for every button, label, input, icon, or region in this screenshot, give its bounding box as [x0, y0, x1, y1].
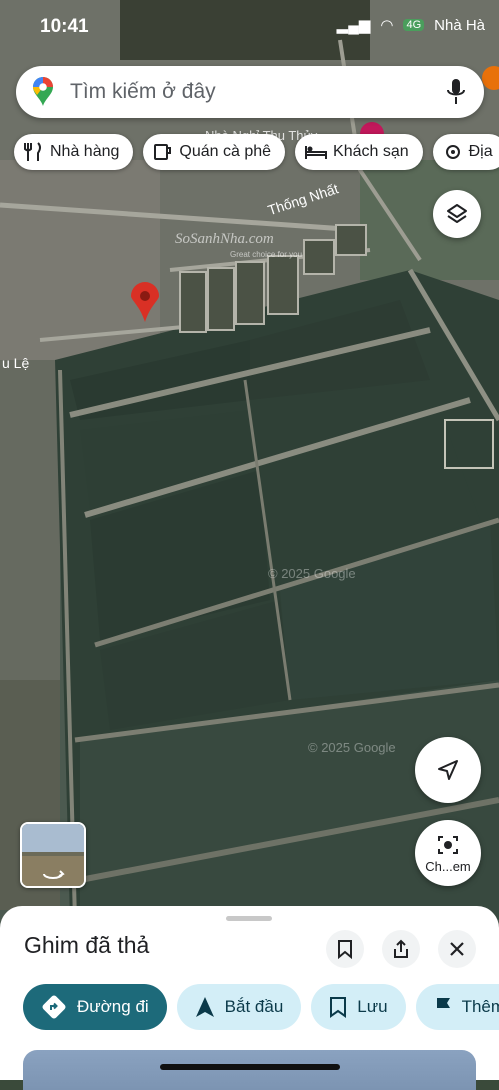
- status-time: 10:41: [40, 16, 89, 37]
- map-copyright-2: © 2025 Google: [308, 740, 396, 755]
- sheet-title: Ghim đã thả: [24, 932, 150, 958]
- status-bar: 10:41 ▂▄▆ ◠ 4G Nhà Hà: [0, 0, 499, 56]
- bookmark-icon: [338, 940, 352, 959]
- chip-restaurants[interactable]: Nhà hàng: [14, 134, 134, 170]
- bed-icon: [305, 146, 328, 159]
- category-chips: Nhà hàng Quán cà phê Khách sạn Địa: [14, 134, 499, 172]
- sheet-drag-handle[interactable]: [226, 916, 272, 921]
- map-copyright: © 2025 Google: [268, 566, 356, 581]
- coffee-cup-icon: [154, 144, 172, 160]
- search-input[interactable]: Tìm kiếm ở đây: [70, 80, 446, 104]
- network-badge: 4G: [403, 19, 425, 31]
- fork-knife-icon: [24, 142, 41, 161]
- chip-hotels[interactable]: Khách sạn: [295, 134, 423, 170]
- place-label-left: u Lệ: [2, 355, 29, 371]
- lens-label: Ch...em: [425, 858, 471, 874]
- bottom-sheet: Ghim đã thả Đường đi Bắt đầu Lưu Thêm: [0, 906, 499, 1090]
- share-icon: [394, 939, 408, 958]
- signal-icon: ▂▄▆: [336, 17, 371, 34]
- street-view-thumbnail[interactable]: [20, 822, 86, 888]
- navigation-arrow-icon: [438, 760, 458, 780]
- add-label-button[interactable]: Thêm: [415, 984, 499, 1030]
- wifi-icon: ◠: [380, 17, 394, 34]
- photo-preview[interactable]: [23, 1050, 476, 1090]
- action-buttons: Đường đi Bắt đầu Lưu Thêm: [23, 984, 499, 1030]
- start-label: Bắt đầu: [224, 997, 284, 1016]
- chip-label: Địa: [468, 143, 493, 160]
- share-button[interactable]: [382, 930, 420, 968]
- search-bar[interactable]: Tìm kiếm ở đây: [16, 66, 484, 118]
- chip-attractions[interactable]: Địa: [432, 134, 499, 170]
- chip-label: Khách sạn: [333, 143, 409, 160]
- street-view-preview-image: [22, 824, 84, 886]
- home-indicator: [160, 1064, 340, 1070]
- chip-label: Nhà hàng: [50, 143, 120, 160]
- close-button[interactable]: [438, 930, 476, 968]
- layers-button[interactable]: [433, 190, 481, 238]
- bookmark-icon: [330, 997, 347, 1018]
- chip-coffee[interactable]: Quán cà phê: [143, 134, 286, 170]
- watermark-tagline: Great choice for you: [230, 250, 302, 259]
- flag-icon: [436, 998, 450, 1017]
- close-icon: [450, 942, 464, 956]
- save-label: Lưu: [357, 997, 388, 1016]
- microphone-icon[interactable]: [446, 78, 466, 106]
- save-icon-button[interactable]: [326, 930, 364, 968]
- chip-label: Quán cà phê: [179, 143, 272, 160]
- directions-icon: [42, 995, 66, 1019]
- add-label-label: Thêm: [461, 997, 499, 1016]
- lens-button[interactable]: Ch...em: [415, 820, 481, 886]
- watermark-brand: SoSanhNha.com: [175, 231, 274, 247]
- landmark-icon: [445, 145, 460, 159]
- google-maps-logo-icon: [33, 77, 53, 106]
- my-location-button[interactable]: [415, 737, 481, 803]
- save-button[interactable]: Lưu: [311, 984, 406, 1030]
- layers-icon: [447, 204, 467, 223]
- start-button[interactable]: Bắt đầu: [176, 984, 302, 1030]
- camera-lens-icon: [438, 835, 458, 854]
- navigation-arrow-icon: [195, 997, 214, 1017]
- directions-button[interactable]: Đường đi: [23, 984, 167, 1030]
- place-label-top-right: Nhà Hà: [434, 16, 485, 34]
- directions-label: Đường đi: [77, 997, 149, 1016]
